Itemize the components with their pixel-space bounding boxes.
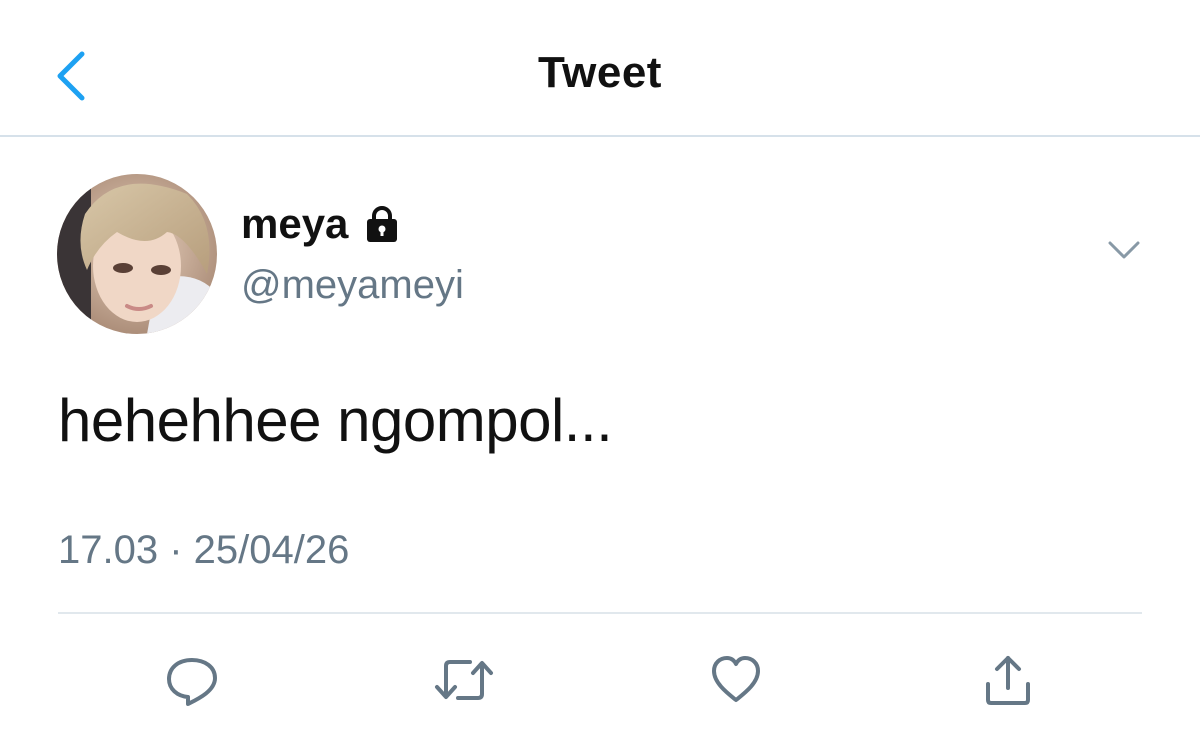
- share-button[interactable]: [968, 640, 1048, 720]
- reply-icon: [167, 658, 217, 706]
- reply-button[interactable]: [152, 640, 232, 720]
- action-bar: [0, 640, 1200, 720]
- author-name-row[interactable]: meya: [241, 200, 402, 248]
- page-title: Tweet: [538, 48, 662, 97]
- chevron-down-icon: [1108, 241, 1140, 259]
- retweet-icon: [435, 660, 493, 700]
- tweet-text: hehehhee ngompol...: [58, 387, 613, 454]
- share-icon: [986, 656, 1030, 705]
- display-name: meya: [241, 200, 349, 247]
- heart-icon: [712, 656, 760, 702]
- retweet-button[interactable]: [424, 640, 504, 720]
- user-handle[interactable]: @meyameyi: [241, 263, 464, 308]
- lock-icon: [362, 204, 402, 244]
- tweet-timestamp: 17.03 · 25/04/26: [58, 528, 350, 572]
- tweet-options-button[interactable]: [1106, 238, 1142, 262]
- divider: [58, 612, 1142, 614]
- nav-bar: Tweet: [0, 0, 1200, 137]
- avatar[interactable]: [57, 174, 217, 334]
- avatar-image: [57, 174, 217, 334]
- like-button[interactable]: [696, 640, 776, 720]
